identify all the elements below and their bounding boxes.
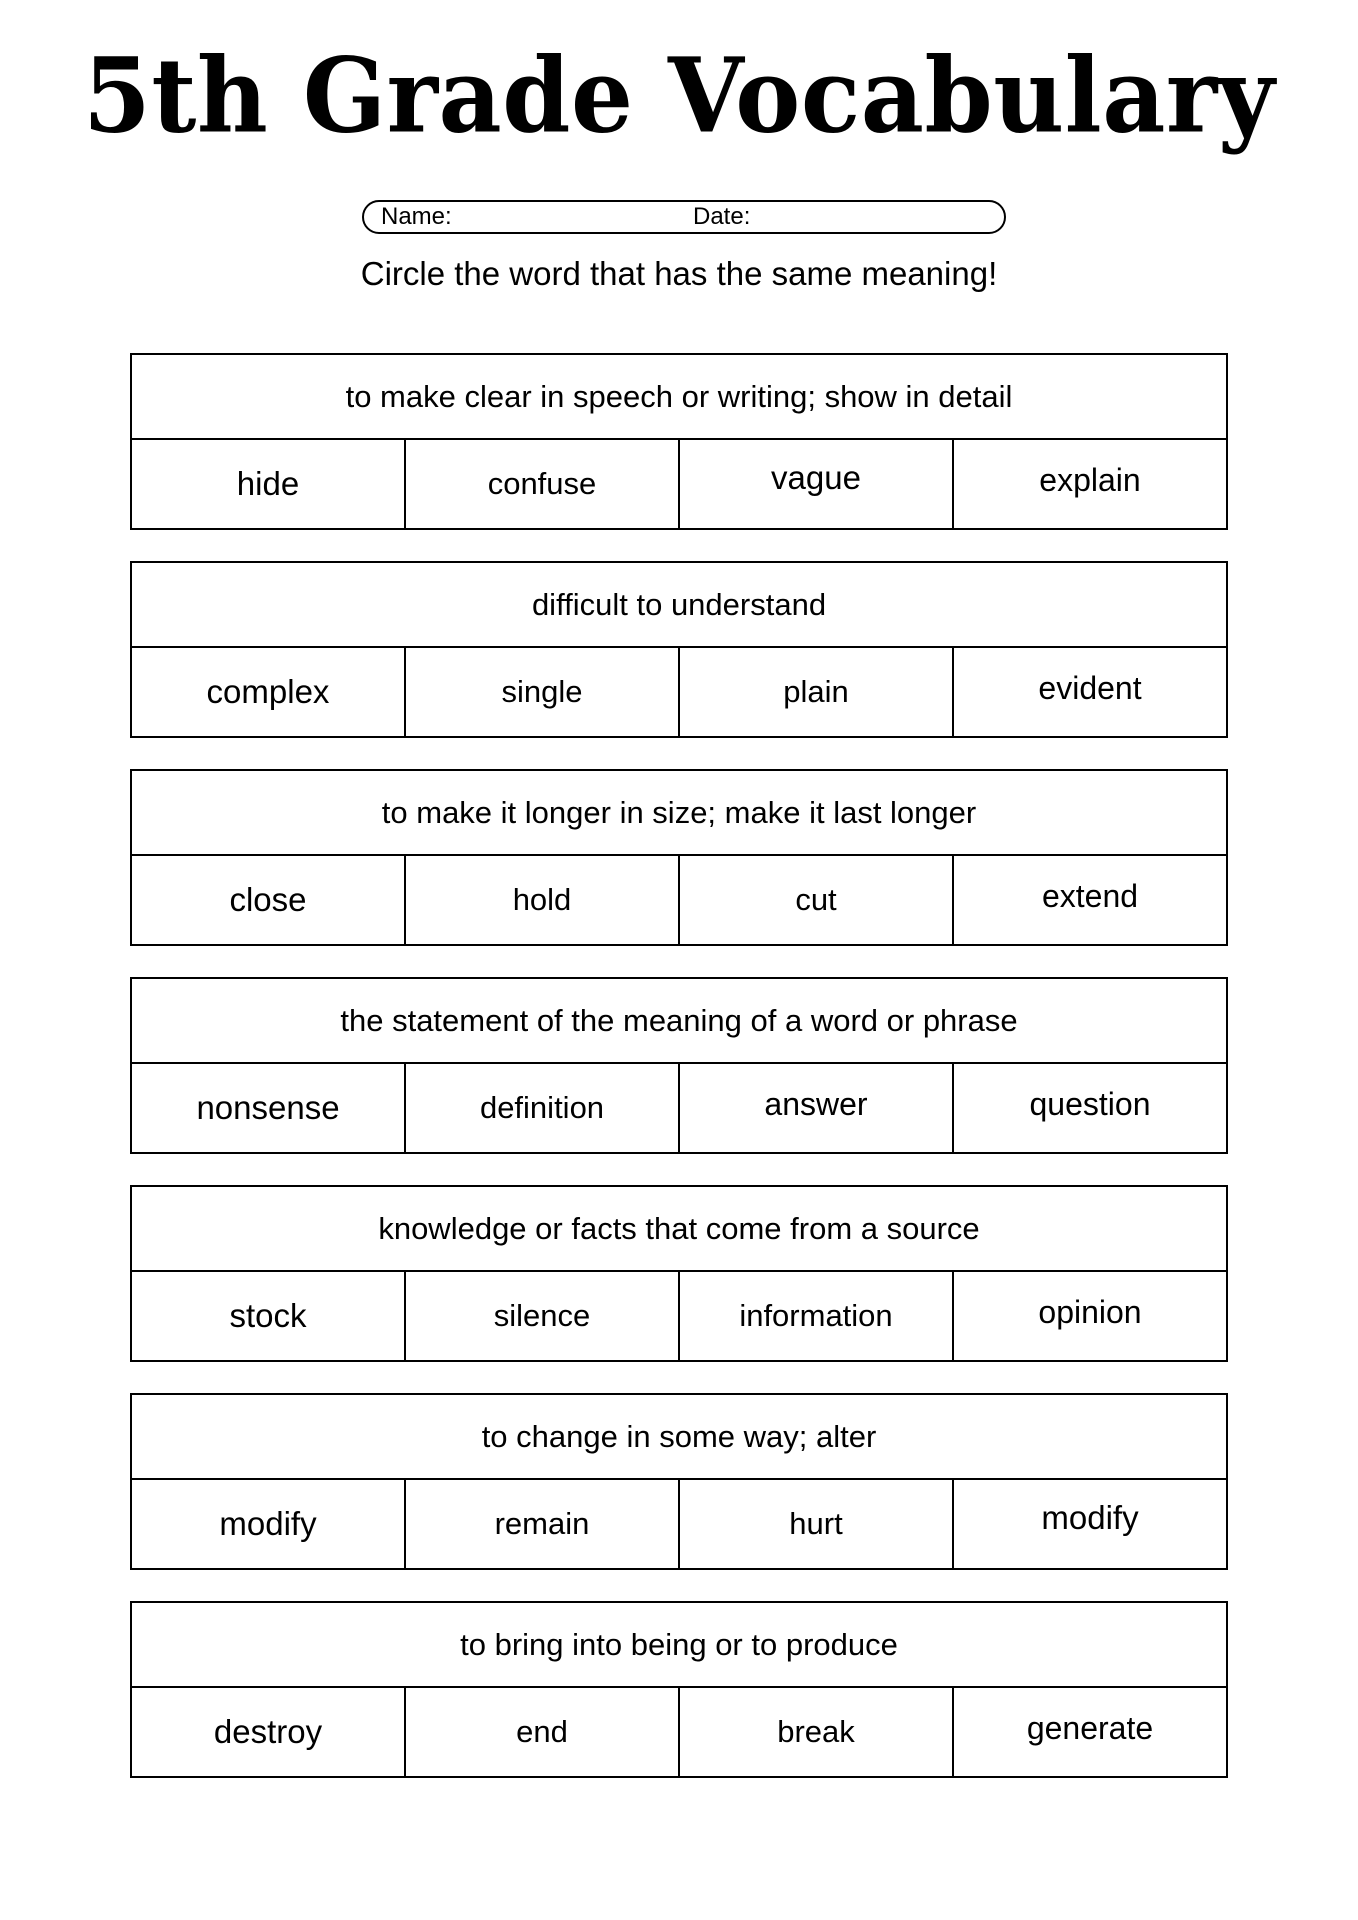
option-label: hurt <box>789 1506 843 1541</box>
question-block: to change in some way; alter modify rema… <box>130 1393 1228 1570</box>
option-label: close <box>229 881 307 918</box>
option-cell[interactable]: hurt <box>680 1480 954 1568</box>
option-label: explain <box>1039 462 1141 498</box>
clue-row: to bring into being or to produce <box>132 1603 1226 1688</box>
clue-text: to bring into being or to produce <box>460 1626 898 1662</box>
option-cell[interactable]: end <box>406 1688 680 1776</box>
option-cell[interactable]: confuse <box>406 440 680 528</box>
option-label: information <box>739 1298 893 1333</box>
option-cell[interactable]: stock <box>132 1272 406 1360</box>
option-cell[interactable]: close <box>132 856 406 944</box>
option-cell[interactable]: complex <box>132 648 406 736</box>
option-label: definition <box>479 1090 605 1125</box>
option-cell[interactable]: evident <box>954 648 1226 736</box>
option-label: hide <box>236 465 300 502</box>
clue-text: to make it longer in size; make it last … <box>381 794 977 830</box>
option-row: stock silence information opinion <box>132 1272 1226 1360</box>
clue-row: to make clear in speech or writing; show… <box>132 355 1226 440</box>
option-cell[interactable]: remain <box>406 1480 680 1568</box>
name-label: Name: <box>381 203 452 230</box>
option-row: nonsense definition answer question <box>132 1064 1226 1152</box>
option-label: single <box>501 674 583 709</box>
option-cell[interactable]: hold <box>406 856 680 944</box>
option-label: confuse <box>487 466 597 501</box>
option-label: end <box>516 1714 568 1749</box>
instruction-text: Circle the word that has the same meanin… <box>360 255 998 292</box>
option-label: extend <box>1041 878 1139 914</box>
clue-text: difficult to understand <box>531 586 827 622</box>
option-label: destroy <box>213 1713 323 1750</box>
option-row: close hold cut extend <box>132 856 1226 944</box>
clue-row: the statement of the meaning of a word o… <box>132 979 1226 1064</box>
clue-row: to change in some way; alter <box>132 1395 1226 1480</box>
option-label: plain <box>783 674 849 709</box>
clue-row: difficult to understand <box>132 563 1226 648</box>
option-cell[interactable]: answer <box>680 1064 954 1152</box>
option-label: generate <box>1026 1710 1154 1746</box>
option-label: cut <box>795 882 837 917</box>
option-cell[interactable]: cut <box>680 856 954 944</box>
question-block: the statement of the meaning of a word o… <box>130 977 1228 1154</box>
option-cell[interactable]: modify <box>954 1480 1226 1568</box>
option-row: destroy end break generate <box>132 1688 1226 1776</box>
option-cell[interactable]: question <box>954 1064 1226 1152</box>
clue-text: the statement of the meaning of a word o… <box>340 1002 1018 1038</box>
clue-text: to make clear in speech or writing; show… <box>345 378 1013 414</box>
question-block: difficult to understand complex single p… <box>130 561 1228 738</box>
date-label: Date: <box>693 203 751 230</box>
option-label: modify <box>1041 1499 1139 1536</box>
option-label: silence <box>493 1298 591 1333</box>
option-label: answer <box>764 1086 868 1122</box>
option-cell[interactable]: definition <box>406 1064 680 1152</box>
clue-text: to change in some way; alter <box>481 1418 877 1454</box>
page-title: 5th Grade Vocabulary <box>82 35 1276 156</box>
option-row: modify remain hurt modify <box>132 1480 1226 1568</box>
option-cell[interactable]: hide <box>132 440 406 528</box>
option-cell[interactable]: break <box>680 1688 954 1776</box>
question-block: to bring into being or to produce destro… <box>130 1601 1228 1778</box>
question-block: knowledge or facts that come from a sour… <box>130 1185 1228 1362</box>
option-cell[interactable]: silence <box>406 1272 680 1360</box>
option-cell[interactable]: destroy <box>132 1688 406 1776</box>
option-label: evident <box>1038 670 1142 706</box>
option-label: nonsense <box>196 1089 340 1126</box>
option-label: break <box>777 1714 855 1749</box>
option-cell[interactable]: plain <box>680 648 954 736</box>
option-row: complex single plain evident <box>132 648 1226 736</box>
question-list: to make clear in speech or writing; show… <box>130 353 1228 1809</box>
option-label: stock <box>229 1297 307 1334</box>
clue-row: knowledge or facts that come from a sour… <box>132 1187 1226 1272</box>
option-label: hold <box>512 882 572 917</box>
option-cell[interactable]: single <box>406 648 680 736</box>
option-cell[interactable]: modify <box>132 1480 406 1568</box>
worksheet-page: 5th Grade Vocabulary Name: Date: Circle … <box>0 0 1358 1920</box>
option-label: modify <box>219 1505 317 1542</box>
option-row: hide confuse vague explain <box>132 440 1226 528</box>
option-cell[interactable]: opinion <box>954 1272 1226 1360</box>
option-cell[interactable]: vague <box>680 440 954 528</box>
option-label: opinion <box>1038 1294 1142 1330</box>
option-cell[interactable]: information <box>680 1272 954 1360</box>
option-label: complex <box>206 673 330 710</box>
option-cell[interactable]: explain <box>954 440 1226 528</box>
clue-row: to make it longer in size; make it last … <box>132 771 1226 856</box>
option-cell[interactable]: extend <box>954 856 1226 944</box>
option-cell[interactable]: nonsense <box>132 1064 406 1152</box>
name-date-bar: Name: Date: <box>362 200 1006 234</box>
option-label: remain <box>494 1506 590 1541</box>
option-cell[interactable]: generate <box>954 1688 1226 1776</box>
option-label: vague <box>771 459 861 496</box>
question-block: to make clear in speech or writing; show… <box>130 353 1228 530</box>
question-block: to make it longer in size; make it last … <box>130 769 1228 946</box>
option-label: question <box>1029 1086 1151 1122</box>
clue-text: knowledge or facts that come from a sour… <box>378 1210 980 1246</box>
